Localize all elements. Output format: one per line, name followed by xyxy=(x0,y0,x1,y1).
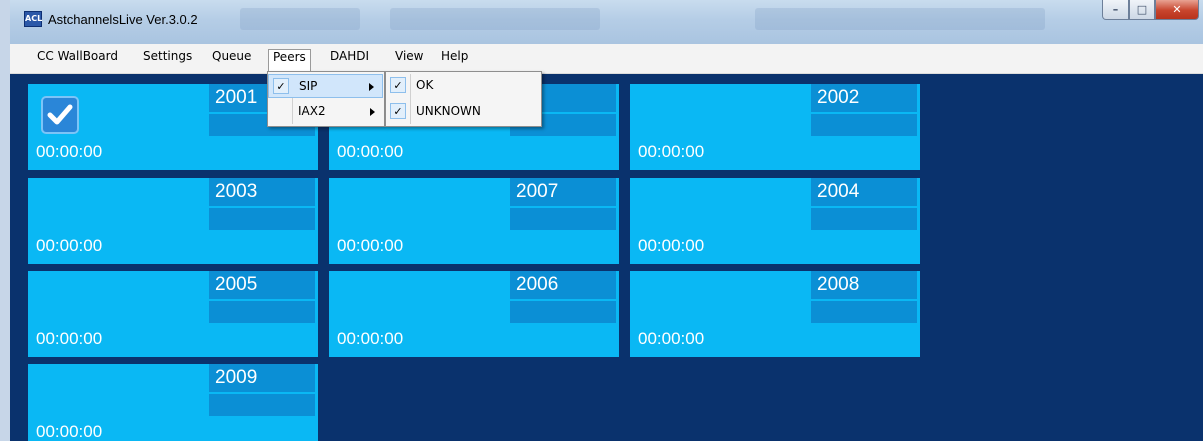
extension-tile-2005[interactable]: 2005 00:00:00 xyxy=(28,271,318,357)
extension-status-bar xyxy=(811,208,917,230)
extension-tile-2007[interactable]: 2007 00:00:00 xyxy=(329,178,619,264)
extension-status-bar xyxy=(209,208,315,230)
call-timer: 00:00:00 xyxy=(337,329,404,348)
wallboard-panel: 2001 00:00:00 00 00:00:00 2002 00:00:00 … xyxy=(10,74,1203,441)
menu-bar: CC WallBoard Settings Queue Peers DAHDI … xyxy=(10,44,1203,74)
extension-tile-2006[interactable]: 2006 00:00:00 xyxy=(329,271,619,357)
menu-peers[interactable]: Peers xyxy=(268,49,311,71)
maximize-icon: □ xyxy=(1136,3,1148,16)
call-timer: 00:00:00 xyxy=(36,236,103,255)
menu-item-label: IAX2 xyxy=(298,104,326,118)
window-controls: – □ ✕ xyxy=(1102,0,1199,22)
extension-number: 2008 xyxy=(811,271,917,299)
menu-item-unknown[interactable]: ✓ UNKNOWN xyxy=(386,100,540,124)
checkmark-icon xyxy=(41,96,79,134)
extension-tile-2008[interactable]: 2008 00:00:00 xyxy=(630,271,920,357)
extension-tile-2009[interactable]: 2009 00:00:00 xyxy=(28,364,318,441)
menu-item-ok[interactable]: ✓ OK xyxy=(386,74,540,98)
minimize-icon: – xyxy=(1112,3,1119,16)
window-title: AstchannelsLive Ver.3.0.2 xyxy=(48,12,198,27)
title-bar: ACL AstchannelsLive Ver.3.0.2 – □ ✕ xyxy=(10,0,1203,44)
menu-item-iax2[interactable]: IAX2 xyxy=(268,100,383,124)
check-icon: ✓ xyxy=(390,77,406,93)
title-bar-background xyxy=(240,8,360,30)
menu-cc-wallboard[interactable]: CC WallBoard xyxy=(32,49,123,71)
menu-queue[interactable]: Queue xyxy=(207,49,256,71)
submenu-arrow-icon xyxy=(370,108,375,116)
check-icon: ✓ xyxy=(390,103,406,119)
call-timer: 00:00:00 xyxy=(36,422,103,441)
extension-number: 2007 xyxy=(510,178,616,206)
window-left-edge xyxy=(0,0,10,441)
check-icon: ✓ xyxy=(273,78,289,94)
extension-number: 2003 xyxy=(209,178,315,206)
extension-tile-2004[interactable]: 2004 00:00:00 xyxy=(630,178,920,264)
menu-item-label: OK xyxy=(416,78,434,92)
call-timer: 00:00:00 xyxy=(638,142,705,161)
app-icon: ACL xyxy=(24,11,42,27)
extension-number: 2004 xyxy=(811,178,917,206)
extension-tile-2003[interactable]: 2003 00:00:00 xyxy=(28,178,318,264)
menu-item-label: SIP xyxy=(299,79,318,93)
extension-status-bar xyxy=(510,208,616,230)
maximize-button[interactable]: □ xyxy=(1129,0,1155,20)
extension-status-bar xyxy=(510,301,616,323)
call-timer: 00:00:00 xyxy=(638,329,705,348)
extension-number: 2005 xyxy=(209,271,315,299)
extension-number: 2002 xyxy=(811,84,917,112)
menu-settings[interactable]: Settings xyxy=(138,49,197,71)
extension-status-bar xyxy=(209,301,315,323)
extension-status-bar xyxy=(209,394,315,416)
call-timer: 00:00:00 xyxy=(36,142,103,161)
title-bar-background xyxy=(390,8,600,30)
call-timer: 00:00:00 xyxy=(36,329,103,348)
menu-dahdi[interactable]: DAHDI xyxy=(325,49,374,71)
call-timer: 00:00:00 xyxy=(337,236,404,255)
minimize-button[interactable]: – xyxy=(1102,0,1129,20)
close-icon: ✕ xyxy=(1172,3,1182,16)
peers-dropdown-menu: ✓ SIP IAX2 xyxy=(267,71,385,127)
extension-status-bar xyxy=(811,114,917,136)
sip-submenu: ✓ OK ✓ UNKNOWN xyxy=(385,71,542,127)
menu-view[interactable]: View xyxy=(390,49,428,71)
menu-help[interactable]: Help xyxy=(436,49,473,71)
extension-number: 2009 xyxy=(209,364,315,392)
call-timer: 00:00:00 xyxy=(337,142,404,161)
extension-number: 2006 xyxy=(510,271,616,299)
close-button[interactable]: ✕ xyxy=(1155,0,1199,20)
call-timer: 00:00:00 xyxy=(638,236,705,255)
submenu-arrow-icon xyxy=(369,83,374,91)
menu-item-sip[interactable]: ✓ SIP xyxy=(268,74,383,98)
menu-item-label: UNKNOWN xyxy=(416,104,481,118)
title-bar-background xyxy=(755,8,1045,30)
extension-status-bar xyxy=(811,301,917,323)
extension-tile-2002[interactable]: 2002 00:00:00 xyxy=(630,84,920,170)
